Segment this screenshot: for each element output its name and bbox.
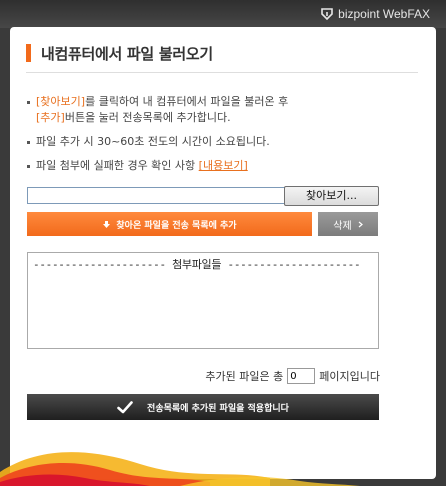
page-count-label: 추가된 파일은 총 xyxy=(205,370,284,383)
brand-logo: bizpoint WebFAX xyxy=(320,5,430,23)
arrow-down-icon xyxy=(103,220,111,228)
instruction-text: 파일 추가 시 30~60초 전도의 시간이 소요됩니다. xyxy=(36,135,270,148)
attachment-list[interactable]: --------------------- 첨부파일들 ------------… xyxy=(27,252,379,349)
page-count-field xyxy=(287,368,316,384)
apply-button-label: 전송목록에 추가된 파일을 적용합니다 xyxy=(147,403,289,414)
page-title: 내컴퓨터에서 파일 불러오기 xyxy=(41,44,213,63)
delete-button[interactable]: 삭제 xyxy=(318,212,378,236)
bullet-icon xyxy=(27,164,30,168)
page-title-row: 내컴퓨터에서 파일 불러오기 xyxy=(26,43,213,63)
title-divider xyxy=(26,72,418,73)
checkmark-icon xyxy=(117,400,133,413)
bullet-icon xyxy=(27,100,30,104)
page-count-row: 추가된 파일은 총 페이지입니다 xyxy=(170,367,380,385)
file-path-input[interactable] xyxy=(27,187,285,204)
instruction-text: 를 클릭하여 내 컴퓨터에서 파일을 불러온 후 xyxy=(85,95,289,108)
dialog-panel: 내컴퓨터에서 파일 불러오기 [찾아보기]를 클릭하여 내 컴퓨터에서 파일을 … xyxy=(10,27,436,479)
apply-button[interactable]: 전송목록에 추가된 파일을 적용합니다 xyxy=(27,394,379,420)
chevron-right-icon xyxy=(358,221,363,227)
browse-keyword: [찾아보기] xyxy=(36,95,86,108)
attachment-list-header: --------------------- 첨부파일들 ------------… xyxy=(33,258,361,271)
bizpoint-logo-icon xyxy=(321,8,333,21)
page-count-suffix: 페이지입니다 xyxy=(319,370,380,383)
add-to-list-button[interactable]: 찾아온 파일을 전송 목록에 추가 xyxy=(27,212,312,236)
instruction-text: 버튼을 눌러 전송목록에 추가합니다. xyxy=(64,111,231,124)
browse-button[interactable]: 찾아보기... xyxy=(284,186,379,206)
bullet-icon xyxy=(27,140,30,144)
view-details-link[interactable]: [내용보기] xyxy=(199,159,248,172)
add-keyword: [추가] xyxy=(36,111,65,124)
instruction-line-2: [추가]버튼을 눌러 전송목록에 추가합니다. xyxy=(27,110,426,126)
title-accent-bar xyxy=(26,44,31,62)
instruction-line-1: [찾아보기]를 클릭하여 내 컴퓨터에서 파일을 불러온 후 xyxy=(27,94,417,110)
brand-name: bizpoint WebFAX xyxy=(338,7,430,21)
add-button-label: 찾아온 파일을 전송 목록에 추가 xyxy=(116,220,237,231)
instruction-line-3: 파일 추가 시 30~60초 전도의 시간이 소요됩니다. xyxy=(27,134,417,150)
instruction-text: 파일 첨부에 실패한 경우 확인 사항 xyxy=(36,159,199,172)
instruction-line-4: 파일 첨부에 실패한 경우 확인 사항 [내용보기] xyxy=(27,158,417,174)
top-bar: bizpoint WebFAX xyxy=(0,0,446,28)
delete-button-label: 삭제 xyxy=(333,220,352,232)
